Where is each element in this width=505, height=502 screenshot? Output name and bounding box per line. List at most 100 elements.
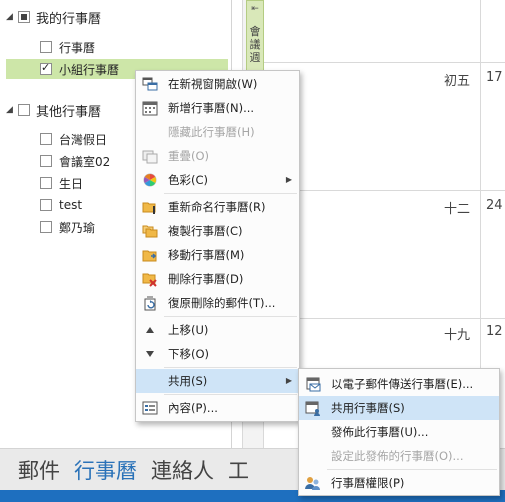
other-calendars-group[interactable]: ◢ 其他行事曆 [6, 100, 101, 120]
menu-move-down[interactable]: 下移(O) [136, 342, 299, 366]
menu-recover-deleted[interactable]: 復原刪除的郵件(T)... [136, 291, 299, 315]
menu-move-up[interactable]: 上移(U) [136, 318, 299, 342]
calendar-checkbox[interactable] [40, 155, 52, 167]
calendar-checkbox[interactable] [40, 61, 52, 75]
menu-item-label: 在新視窗開啟(W) [168, 77, 258, 91]
menu-separator [164, 316, 297, 317]
menu-item-label: 色彩(C) [168, 173, 209, 187]
menu-separator [164, 394, 297, 395]
new-calendar-icon [142, 101, 158, 116]
menu-separator [164, 193, 297, 194]
share-submenu: 以電子郵件傳送行事曆(E)... 共用行事曆(S) 發佈此行事曆(U)... 設… [298, 368, 500, 496]
submenu-email-calendar[interactable]: 以電子郵件傳送行事曆(E)... [299, 372, 499, 396]
menu-separator [164, 367, 297, 368]
color-palette-icon [143, 173, 157, 187]
menu-properties[interactable]: 內容(P)... [136, 396, 299, 420]
delete-folder-icon [142, 273, 157, 287]
lunar-day-label: 十九 [444, 328, 471, 343]
calendar-item-label: 會議室02 [59, 154, 111, 169]
submenu-share-calendar[interactable]: 共用行事曆(S) [299, 396, 499, 420]
menu-overlay[interactable]: 重疊(O) [136, 144, 299, 168]
week-row-divider [264, 318, 505, 319]
calendar-item-label: 小組行事曆 [59, 62, 120, 77]
menu-rename-calendar[interactable]: 重新命名行事曆(R) [136, 195, 299, 219]
menu-item-label: 重疊(O) [168, 149, 210, 163]
menu-item-label: 內容(P)... [168, 401, 218, 415]
submenu-arrow-icon: ▶ [285, 175, 292, 184]
collapse-triangle-icon[interactable]: ◢ [6, 12, 16, 22]
nav-mail[interactable]: 郵件 [18, 455, 60, 485]
menu-item-label: 復原刪除的郵件(T)... [168, 296, 276, 310]
date-number: 24 [486, 198, 503, 213]
calendar-item-label: 鄭乃瑜 [59, 220, 96, 235]
copy-folder-icon [142, 225, 158, 238]
permissions-icon [305, 477, 320, 490]
email-calendar-icon [306, 377, 321, 392]
calendar-context-menu: 在新視窗開啟(W) 新增行事曆(N)... 隱藏此行事曆(H) 重疊(O) 色彩… [135, 70, 300, 422]
my-calendars-group[interactable]: ◢ 我的行事曆 [6, 7, 101, 27]
expand-arrow-icon[interactable]: ⇤ [251, 3, 259, 15]
menu-copy-calendar[interactable]: 複製行事曆(C) [136, 219, 299, 243]
menu-item-label: 設定此發佈的行事曆(O)... [331, 449, 464, 463]
menu-move-calendar[interactable]: 移動行事曆(M) [136, 243, 299, 267]
properties-icon [142, 401, 158, 415]
menu-open-new-window[interactable]: 在新視窗開啟(W) [136, 72, 299, 96]
group-checkbox[interactable] [18, 104, 30, 116]
menu-separator [327, 469, 497, 470]
menu-item-label: 重新命名行事曆(R) [168, 200, 266, 214]
lunar-day-label: 初五 [444, 74, 471, 89]
nav-tasks[interactable]: 工 [228, 455, 249, 485]
date-number: 12 [486, 324, 503, 339]
calendar-checkbox[interactable] [40, 41, 52, 53]
calendar-checkbox[interactable] [40, 177, 52, 189]
group-checkbox[interactable] [18, 11, 30, 23]
week-row-divider [264, 62, 505, 63]
menu-item-label: 刪除行事曆(D) [168, 272, 244, 286]
lunar-day-label: 十二 [444, 202, 471, 217]
group-label: 我的行事曆 [36, 11, 102, 27]
nav-contacts[interactable]: 連絡人 [151, 455, 214, 485]
move-folder-icon [142, 250, 157, 262]
new-window-icon [142, 77, 158, 91]
menu-item-label: 移動行事曆(M) [168, 248, 245, 262]
menu-item-label: 共用(S) [168, 374, 208, 388]
menu-share[interactable]: 共用(S) ▶ [136, 369, 299, 393]
submenu-arrow-icon: ▶ [285, 376, 292, 385]
week-row-divider [264, 190, 505, 191]
menu-item-label: 新增行事曆(N)... [168, 101, 255, 115]
calendar-item-label: test [59, 198, 83, 212]
menu-hide-calendar[interactable]: 隱藏此行事曆(H) [136, 120, 299, 144]
menu-item-label: 發佈此行事曆(U)... [331, 425, 429, 439]
menu-item-label: 下移(O) [168, 347, 210, 361]
up-arrow-icon [146, 327, 154, 333]
calendar-item-label: 生日 [59, 176, 84, 191]
menu-item-label: 共用行事曆(S) [331, 401, 405, 415]
menu-delete-calendar[interactable]: 刪除行事曆(D) [136, 267, 299, 291]
date-number: 17 [486, 70, 503, 85]
menu-item-label: 隱藏此行事曆(H) [168, 125, 255, 139]
menu-item-label: 上移(U) [168, 323, 209, 337]
week-tab-label: 會議週 [249, 25, 261, 64]
submenu-configure-published[interactable]: 設定此發佈的行事曆(O)... [299, 444, 499, 468]
calendar-checkbox[interactable] [40, 199, 52, 211]
menu-new-calendar[interactable]: 新增行事曆(N)... [136, 96, 299, 120]
overlay-icon [142, 150, 158, 164]
menu-item-label: 以電子郵件傳送行事曆(E)... [331, 377, 474, 391]
down-arrow-icon [146, 351, 154, 357]
group-label: 其他行事曆 [36, 104, 102, 120]
menu-item-label: 行事曆權限(P) [331, 476, 405, 490]
collapse-triangle-icon[interactable]: ◢ [6, 105, 16, 115]
calendar-checkbox[interactable] [40, 221, 52, 233]
calendar-item-label: 台灣假日 [59, 132, 108, 147]
menu-item-label: 複製行事曆(C) [168, 224, 243, 238]
submenu-publish-calendar[interactable]: 發佈此行事曆(U)... [299, 420, 499, 444]
nav-calendar[interactable]: 行事曆 [74, 455, 137, 485]
calendar-item[interactable]: 行事曆 [6, 37, 228, 57]
submenu-calendar-permissions[interactable]: 行事曆權限(P) [299, 471, 499, 495]
menu-color[interactable]: 色彩(C) ▶ [136, 168, 299, 192]
calendar-item-label: 行事曆 [59, 40, 96, 55]
share-calendar-icon [305, 401, 320, 416]
recover-icon [144, 296, 156, 311]
calendar-checkbox[interactable] [40, 133, 52, 145]
rename-folder-icon [142, 202, 156, 214]
